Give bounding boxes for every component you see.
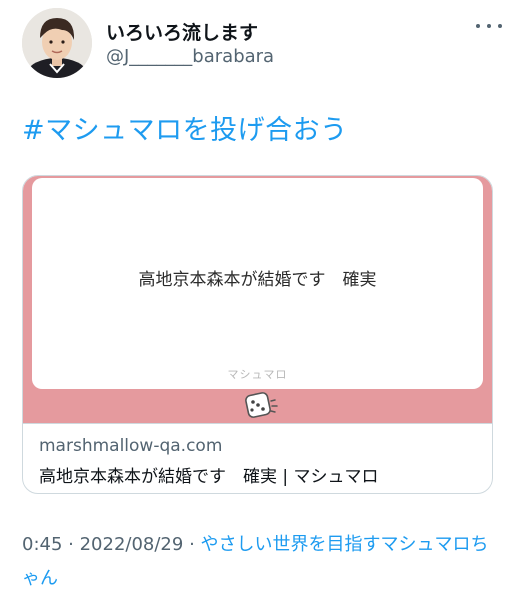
- hashtag-link[interactable]: #マシュマロを投げ合おう: [22, 108, 348, 147]
- tweet-time[interactable]: 0:45: [22, 534, 62, 555]
- card-domain: marshmallow-qa.com: [39, 436, 223, 456]
- tweet-footer: 0:45 · 2022/08/29 · やさしい世界を目指すマシュマロちゃん: [22, 528, 492, 596]
- card-question-panel: 高地京本森本が結婚です 確実 マシュマロ: [32, 178, 483, 389]
- footer-separator: ·: [183, 534, 201, 555]
- card-image: 高地京本森本が結婚です 確実 マシュマロ: [23, 176, 492, 423]
- tweet-header: いろいろ流します @J_______barabara: [22, 6, 502, 86]
- more-icon[interactable]: [476, 16, 502, 36]
- tweet-date[interactable]: 2022/08/29: [80, 534, 184, 555]
- dice-icon: [241, 390, 281, 422]
- author-handle[interactable]: @J_______barabara: [106, 46, 274, 67]
- card-meta: marshmallow-qa.com 高地京本森本が結婚です 確実 | マシュマ…: [23, 423, 492, 493]
- link-card[interactable]: 高地京本森本が結婚です 確実 マシュマロ marshmallow-qa.com …: [22, 175, 493, 494]
- avatar[interactable]: [22, 8, 92, 78]
- card-watermark: マシュマロ: [227, 368, 288, 381]
- card-title: 高地京本森本が結婚です 確実 | マシュマロ: [39, 467, 379, 487]
- card-question-text: 高地京本森本が結婚です 確実: [138, 270, 377, 290]
- footer-separator: ·: [62, 534, 80, 555]
- author-display-name[interactable]: いろいろ流します: [106, 18, 258, 45]
